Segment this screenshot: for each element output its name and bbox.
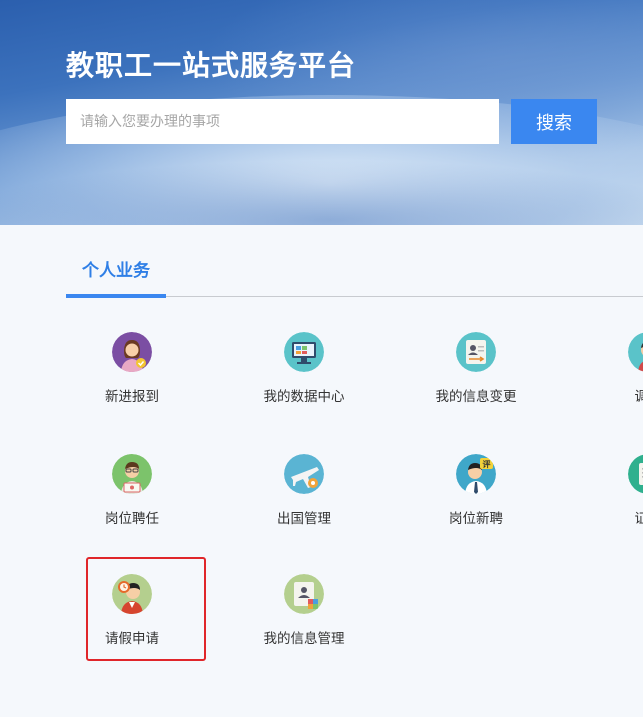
service-overseas-management[interactable]: 出国管理 [218, 452, 390, 562]
leave-application-icon [112, 574, 152, 614]
overseas-management-icon [284, 454, 324, 494]
search-button[interactable]: 搜索 [511, 99, 597, 144]
tab-active-indicator [66, 294, 166, 298]
tab-bar: 个人业务 [66, 240, 643, 298]
new-position-hiring-icon: 评 [456, 454, 496, 494]
page-title: 教职工一站式服务平台 [66, 49, 357, 82]
service-new-staff-registration[interactable]: 新进报到 [46, 330, 218, 440]
certificate-icon [628, 454, 643, 494]
service-data-center[interactable]: 我的数据中心 [218, 330, 390, 440]
search-input[interactable] [66, 99, 499, 144]
service-label: 证明 [634, 511, 643, 527]
service-label: 我的信息变更 [435, 389, 517, 405]
position-appointment-icon [112, 454, 152, 494]
service-certificate[interactable]: 证明 [562, 452, 643, 562]
service-label: 岗位聘任 [105, 511, 159, 527]
service-new-position-hiring[interactable]: 评 岗位新聘 [390, 452, 562, 562]
service-position-appointment[interactable]: 岗位聘任 [46, 452, 218, 562]
service-label: 出国管理 [277, 511, 331, 527]
info-management-icon [284, 574, 324, 614]
transfer-icon [628, 332, 643, 372]
service-label: 请假申请 [105, 631, 159, 647]
tab-personal-business[interactable]: 个人业务 [66, 240, 166, 297]
info-change-icon [456, 332, 496, 372]
service-leave-application[interactable]: 请假申请 [46, 572, 218, 682]
data-center-icon [284, 332, 324, 372]
new-staff-registration-icon [112, 332, 152, 372]
service-transfer[interactable]: 调动 [562, 330, 643, 440]
service-label: 我的数据中心 [263, 389, 345, 405]
service-info-change[interactable]: 我的信息变更 [390, 330, 562, 440]
service-label: 岗位新聘 [449, 511, 503, 527]
svg-text:评: 评 [483, 460, 491, 469]
service-info-management[interactable]: 我的信息管理 [218, 572, 390, 682]
service-label: 我的信息管理 [263, 631, 345, 647]
service-label: 调动 [634, 389, 643, 405]
service-label: 新进报到 [105, 389, 159, 405]
